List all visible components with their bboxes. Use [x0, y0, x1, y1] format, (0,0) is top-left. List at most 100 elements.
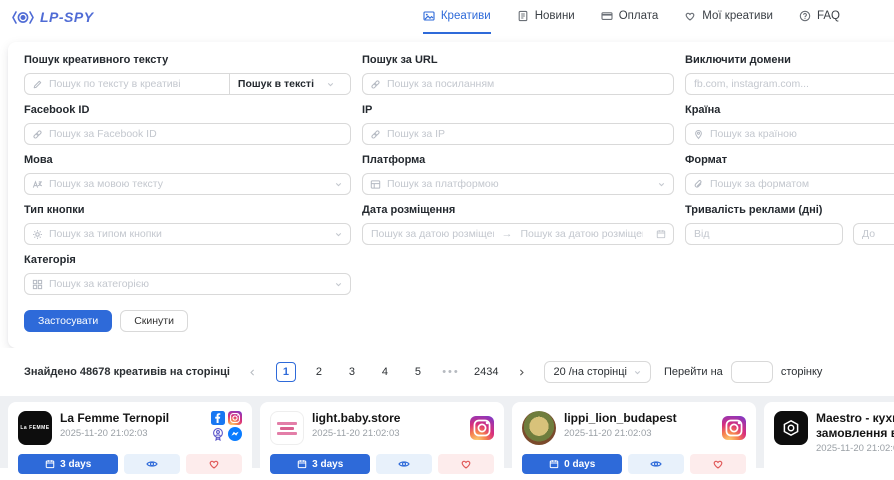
gear-icon [32, 229, 43, 240]
avatar: La FEMME [18, 411, 52, 445]
next-page-button[interactable] [511, 362, 531, 382]
paperclip-icon [693, 179, 704, 190]
credit-card-icon [601, 10, 613, 22]
view-button[interactable] [376, 454, 432, 474]
text-search-mode-select[interactable]: Пошук в тексті [229, 74, 350, 94]
eye-icon [650, 458, 662, 470]
heart-icon [712, 458, 724, 470]
date-from-input[interactable] [363, 224, 500, 244]
arrow-right-icon: → [500, 228, 515, 240]
language-input[interactable] [43, 174, 327, 194]
logo-text: LP-SPY [40, 9, 94, 25]
location-pin-icon [693, 129, 704, 140]
page-size-select[interactable]: 20 /на сторінці [544, 361, 651, 383]
nav-tab-payment[interactable]: Оплата [601, 0, 659, 34]
creative-card[interactable]: lippi_lion_budapest 2025-11-20 21:02:03 [512, 402, 756, 474]
facebook-icon [210, 411, 225, 425]
nav-tab-news[interactable]: Новини [517, 0, 575, 34]
link-icon [32, 129, 43, 140]
nav-label: Оплата [619, 10, 659, 22]
facebook-id-input[interactable] [43, 124, 350, 144]
nav-tab-creatives[interactable]: Креативи [423, 0, 491, 34]
goto-page-prefix: Перейти на [664, 366, 723, 378]
date-range-picker[interactable]: → [362, 223, 674, 245]
calendar-icon [45, 459, 55, 469]
card-title: La Femme Ternopil [60, 411, 202, 426]
avatar [270, 411, 304, 445]
days-active-button[interactable]: 3 days [270, 454, 370, 474]
page-button[interactable]: 2434 [474, 362, 498, 382]
reset-button[interactable]: Скинути [120, 310, 188, 332]
creative-card[interactable]: Maestro - кухні, меблі на замовлення в У… [764, 402, 894, 474]
nav-tab-faq[interactable]: FAQ [799, 0, 840, 34]
view-button[interactable] [628, 454, 684, 474]
language-select[interactable] [24, 173, 351, 195]
button-type-input[interactable] [43, 224, 327, 244]
avatar [774, 411, 808, 445]
page-button[interactable]: 5 [408, 362, 428, 382]
category-input[interactable] [43, 274, 327, 294]
card-date: 2025-11-20 21:02:03 [312, 428, 462, 439]
days-active-button[interactable]: 0 days [522, 454, 622, 474]
filter-label: Тривалість реклами (дні) [685, 204, 894, 216]
logo[interactable]: LP-SPY [12, 9, 94, 25]
card-date: 2025-11-20 21:02:03 [816, 443, 894, 454]
ip-input[interactable] [381, 124, 673, 144]
filter-label: Країна [685, 104, 894, 116]
duration-to-input[interactable] [854, 224, 894, 244]
filter-label: Виключити домени [685, 54, 894, 66]
apply-button[interactable]: Застосувати [24, 310, 112, 332]
page-ellipsis[interactable]: ••• [441, 362, 461, 382]
days-active-button[interactable]: 3 days [18, 454, 118, 474]
grid-icon [32, 279, 43, 290]
eye-icon [146, 458, 158, 470]
filter-language: Мова [24, 154, 351, 195]
chevron-down-icon [633, 368, 642, 377]
filter-exclude-domains: Виключити домени [685, 54, 894, 95]
goto-page-input[interactable] [731, 361, 773, 383]
filter-label: Пошук за URL [362, 54, 674, 66]
chevron-down-icon [334, 280, 343, 289]
creative-card[interactable]: La FEMME La Femme Ternopil 2025-11-20 21… [8, 402, 252, 474]
card-title: light.baby.store [312, 411, 462, 426]
like-button[interactable] [186, 454, 242, 474]
url-input[interactable] [381, 74, 673, 94]
nav-label: Креативи [441, 10, 491, 22]
eye-logo-icon [12, 10, 34, 25]
main-nav: Креативи Новини Оплата [423, 0, 840, 34]
page-button[interactable]: 4 [375, 362, 395, 382]
filter-placement-date: Дата розміщення → [362, 204, 674, 245]
app-header: LP-SPY Креативи Новини [0, 0, 894, 34]
page-button[interactable]: 1 [276, 362, 296, 382]
heart-icon [460, 458, 472, 470]
like-button[interactable] [438, 454, 494, 474]
nav-tab-my-creatives[interactable]: Мої креативи [684, 0, 773, 34]
date-to-input[interactable] [515, 224, 650, 244]
like-button[interactable] [690, 454, 746, 474]
question-icon [799, 10, 811, 22]
category-select[interactable] [24, 273, 351, 295]
creative-text-input[interactable] [43, 74, 229, 94]
platform-input[interactable] [381, 174, 650, 194]
page-button[interactable]: 2 [309, 362, 329, 382]
nav-label: Мої креативи [702, 10, 773, 22]
button-type-select[interactable] [24, 223, 351, 245]
filter-duration: Тривалість реклами (дні) [685, 204, 894, 245]
creative-card[interactable]: light.baby.store 2025-11-20 21:02:03 [260, 402, 504, 474]
prev-page-button[interactable] [243, 362, 263, 382]
instagram-icon [722, 411, 746, 445]
pencil-icon [32, 79, 43, 90]
page-button[interactable]: 3 [342, 362, 362, 382]
format-input[interactable] [704, 174, 894, 194]
view-button[interactable] [124, 454, 180, 474]
messenger-icon [227, 427, 242, 441]
chevron-down-icon [334, 230, 343, 239]
exclude-domains-input[interactable] [686, 74, 894, 94]
eye-icon [398, 458, 410, 470]
country-input[interactable] [704, 124, 894, 144]
platform-select[interactable] [362, 173, 674, 195]
card-date: 2025-11-20 21:02:03 [60, 428, 202, 439]
duration-from-input[interactable] [686, 224, 842, 244]
filter-country: Країна [685, 104, 894, 145]
image-icon [423, 10, 435, 22]
